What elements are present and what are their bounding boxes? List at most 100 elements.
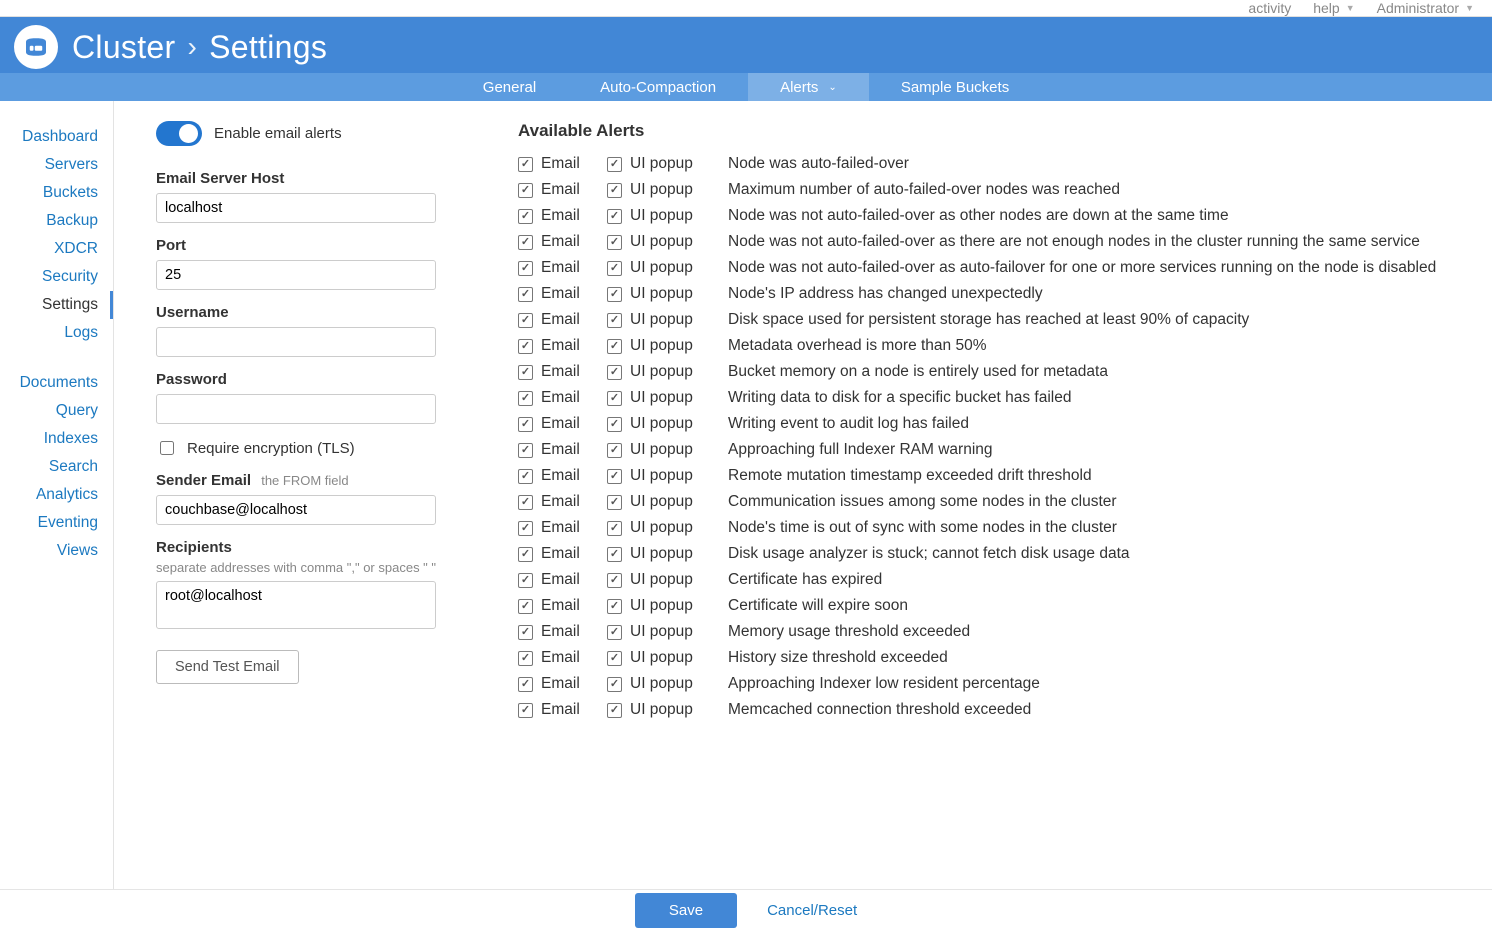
sidebar-item-dashboard[interactable]: Dashboard [4,123,113,151]
alert-description: Approaching full Indexer RAM warning [728,441,993,459]
sidebar-item-settings[interactable]: Settings [4,291,113,319]
alert-email-checkbox[interactable] [518,183,533,198]
sidebar-item-xdcr[interactable]: XDCR [4,235,113,263]
tab-compaction[interactable]: Auto-Compaction [568,73,748,101]
sidebar-item-buckets[interactable]: Buckets [4,179,113,207]
host-input[interactable] [156,193,436,223]
alert-email-checkbox[interactable] [518,703,533,718]
alert-popup-checkbox[interactable] [607,521,622,536]
alert-email-label: Email [541,675,599,693]
alert-email-checkbox[interactable] [518,287,533,302]
save-button[interactable]: Save [635,893,737,928]
topbar-activity[interactable]: activity [1248,0,1291,16]
alert-popup-checkbox[interactable] [607,599,622,614]
sidebar-item-logs[interactable]: Logs [4,319,113,347]
alert-email-checkbox[interactable] [518,209,533,224]
alert-row: EmailUI popupCommunication issues among … [518,489,1472,515]
alert-popup-checkbox[interactable] [607,443,622,458]
tab-alerts[interactable]: Alerts⌄ [748,73,869,101]
alert-row: EmailUI popupRemote mutation timestamp e… [518,463,1472,489]
alert-popup-checkbox[interactable] [607,573,622,588]
alert-description: Node was not auto-failed-over as other n… [728,207,1229,225]
alert-popup-label: UI popup [630,493,710,511]
alert-email-checkbox[interactable] [518,625,533,640]
tab-samples[interactable]: Sample Buckets [869,73,1041,101]
alert-row: EmailUI popupNode was not auto-failed-ov… [518,229,1472,255]
alert-popup-checkbox[interactable] [607,469,622,484]
alert-email-checkbox[interactable] [518,391,533,406]
alert-email-checkbox[interactable] [518,599,533,614]
alert-popup-checkbox[interactable] [607,261,622,276]
alert-email-checkbox[interactable] [518,495,533,510]
alert-popup-label: UI popup [630,337,710,355]
sidebar-item-eventing[interactable]: Eventing [4,509,113,537]
cancel-link[interactable]: Cancel/Reset [767,902,857,919]
port-label: Port [156,237,496,254]
alert-email-label: Email [541,181,599,199]
sidebar-item-indexes[interactable]: Indexes [4,425,113,453]
alert-popup-checkbox[interactable] [607,209,622,224]
port-input[interactable] [156,260,436,290]
alert-email-label: Email [541,233,599,251]
breadcrumb-cluster[interactable]: Cluster [72,29,175,66]
alert-email-checkbox[interactable] [518,651,533,666]
alert-popup-checkbox[interactable] [607,417,622,432]
alert-email-checkbox[interactable] [518,469,533,484]
sidebar-item-search[interactable]: Search [4,453,113,481]
tls-row[interactable]: Require encryption (TLS) [156,438,496,458]
alert-popup-checkbox[interactable] [607,235,622,250]
sidebar-item-backup[interactable]: Backup [4,207,113,235]
alert-email-checkbox[interactable] [518,443,533,458]
sidebar-item-views[interactable]: Views [4,537,113,565]
sidebar-item-servers[interactable]: Servers [4,151,113,179]
sender-label: Sender Email the FROM field [156,472,496,489]
alert-email-checkbox[interactable] [518,677,533,692]
alert-email-checkbox[interactable] [518,573,533,588]
alert-email-checkbox[interactable] [518,339,533,354]
sender-input[interactable] [156,495,436,525]
tls-label: Require encryption (TLS) [187,440,355,457]
alert-email-checkbox[interactable] [518,313,533,328]
tab-samples-label: Sample Buckets [901,79,1009,96]
help-label: help [1313,0,1339,16]
alert-popup-checkbox[interactable] [607,391,622,406]
alert-email-checkbox[interactable] [518,547,533,562]
recipients-input[interactable] [156,581,436,629]
password-input[interactable] [156,394,436,424]
alert-popup-checkbox[interactable] [607,547,622,562]
alert-popup-checkbox[interactable] [607,339,622,354]
alert-popup-checkbox[interactable] [607,157,622,172]
alert-popup-checkbox[interactable] [607,287,622,302]
email-form: Enable email alerts Email Server Host Po… [156,121,496,877]
sidebar-item-documents[interactable]: Documents [4,369,113,397]
alert-email-label: Email [541,285,599,303]
header: Cluster › Settings General Auto-Compacti… [0,17,1492,101]
topbar-user[interactable]: Administrator▼ [1377,0,1474,16]
enable-alerts-toggle[interactable] [156,121,202,146]
alert-description: Communication issues among some nodes in… [728,493,1117,511]
alert-popup-checkbox[interactable] [607,703,622,718]
send-test-button[interactable]: Send Test Email [156,650,299,684]
topbar-help[interactable]: help ▼ [1313,0,1354,16]
alert-popup-checkbox[interactable] [607,365,622,380]
chevron-down-icon: ▼ [1346,3,1355,13]
alert-popup-checkbox[interactable] [607,625,622,640]
alert-popup-checkbox[interactable] [607,183,622,198]
alert-email-checkbox[interactable] [518,261,533,276]
username-input[interactable] [156,327,436,357]
alert-popup-checkbox[interactable] [607,313,622,328]
sidebar-item-analytics[interactable]: Analytics [4,481,113,509]
tab-general[interactable]: General [451,73,568,101]
tls-checkbox[interactable] [160,441,174,455]
alert-popup-checkbox[interactable] [607,651,622,666]
alert-email-checkbox[interactable] [518,235,533,250]
alert-email-checkbox[interactable] [518,521,533,536]
sidebar-item-query[interactable]: Query [4,397,113,425]
alert-email-checkbox[interactable] [518,417,533,432]
alert-email-checkbox[interactable] [518,157,533,172]
alert-popup-checkbox[interactable] [607,495,622,510]
alert-email-label: Email [541,623,599,641]
alert-popup-checkbox[interactable] [607,677,622,692]
sidebar-item-security[interactable]: Security [4,263,113,291]
alert-email-checkbox[interactable] [518,365,533,380]
